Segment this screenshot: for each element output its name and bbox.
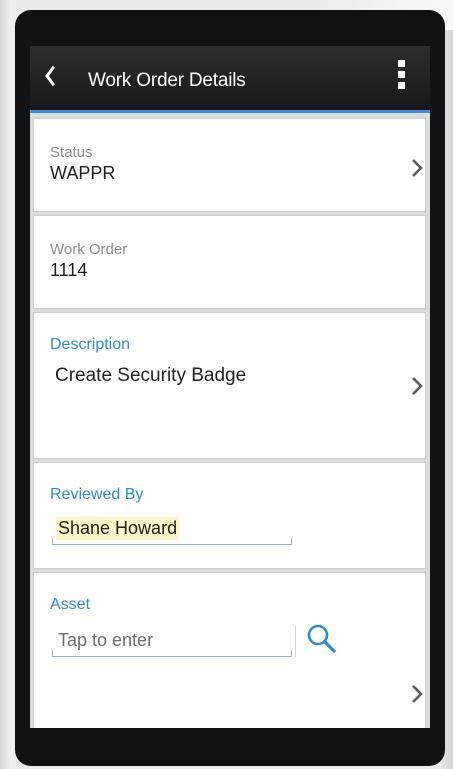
work-order-label: Work Order xyxy=(50,241,128,258)
input-divider xyxy=(295,625,296,657)
work-order-card: Work Order 1114 xyxy=(33,215,426,309)
asset-card: Asset Tap to enter xyxy=(33,572,426,728)
device-bottom-bezel xyxy=(30,728,430,754)
chevron-right-icon[interactable] xyxy=(410,157,424,179)
description-card[interactable]: Description Create Security Badge xyxy=(33,312,426,459)
status-card[interactable]: Status WAPPR xyxy=(33,118,426,212)
chevron-right-icon[interactable] xyxy=(410,375,424,397)
status-value: WAPPR xyxy=(50,163,116,183)
status-label: Status xyxy=(50,144,93,161)
search-icon[interactable] xyxy=(306,623,338,655)
description-label: Description xyxy=(50,336,131,353)
reviewed-by-value: Shane Howard xyxy=(56,517,180,540)
asset-placeholder: Tap to enter xyxy=(58,630,154,650)
reviewed-by-field[interactable]: Shane Howard xyxy=(52,515,292,545)
description-value[interactable]: Create Security Badge xyxy=(55,365,246,387)
asset-label: Asset xyxy=(50,596,91,613)
chevron-left-icon[interactable] xyxy=(42,64,62,88)
reviewed-by-card: Reviewed By Shane Howard xyxy=(33,462,426,569)
chevron-right-icon[interactable] xyxy=(410,683,424,705)
page-title: Work Order Details xyxy=(88,70,246,91)
form-content: Status WAPPR Work Order 1114 Description… xyxy=(30,113,430,728)
work-order-value: 1114 xyxy=(50,260,88,280)
asset-input[interactable]: Tap to enter xyxy=(52,627,292,657)
reviewed-by-label: Reviewed By xyxy=(50,486,144,503)
more-vertical-icon[interactable] xyxy=(394,58,410,92)
